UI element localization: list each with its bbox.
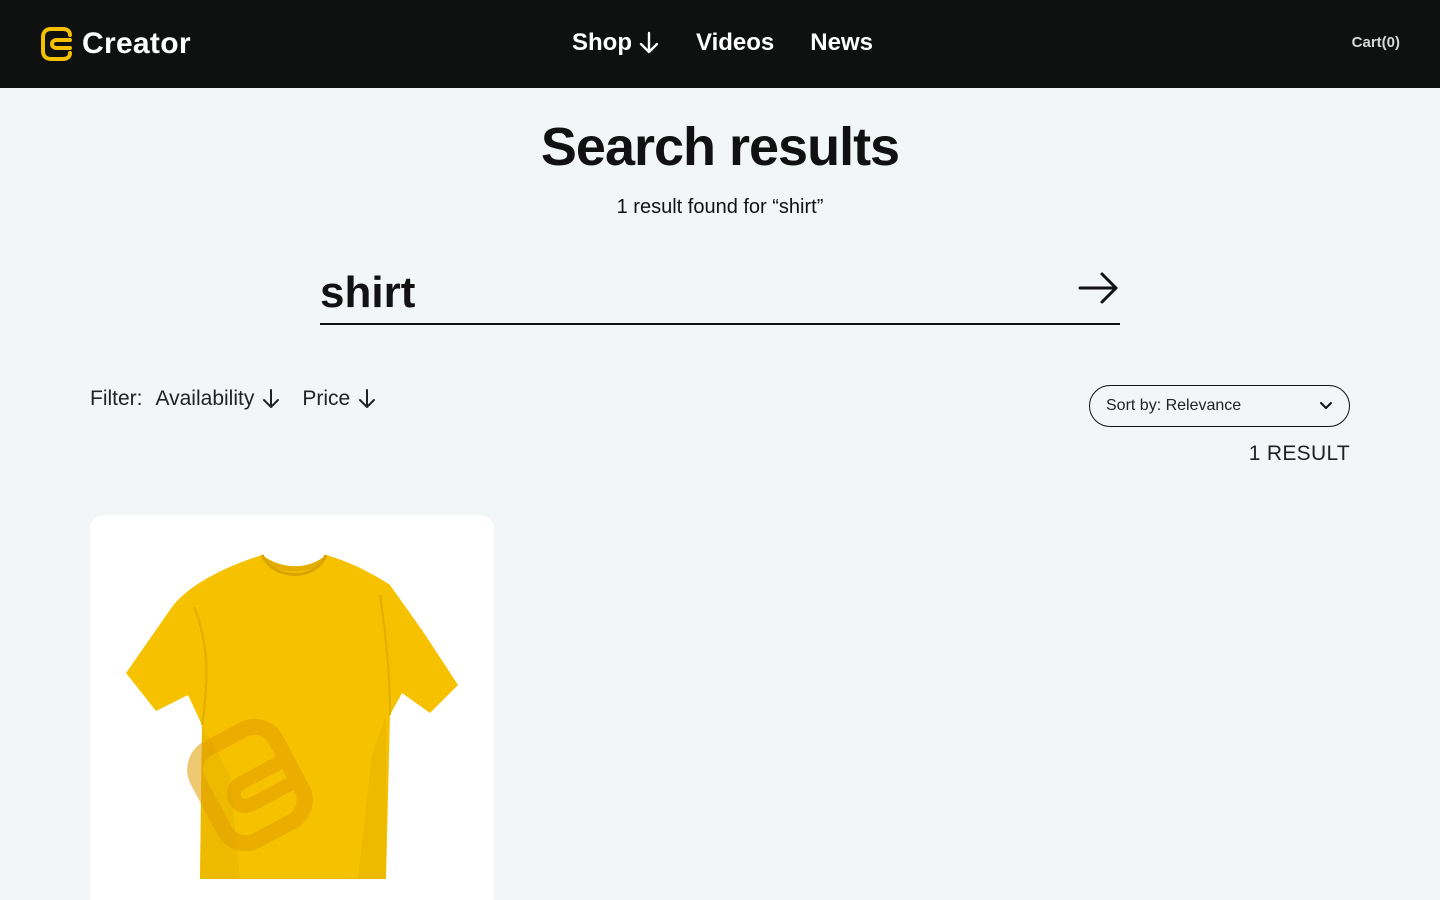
cart-link[interactable]: Cart(0) (1352, 34, 1400, 51)
brand-name: Creator (82, 27, 191, 60)
filter-bar: Filter: Availability Price (90, 384, 398, 414)
search-form (320, 262, 1120, 325)
nav-item-shop[interactable]: Shop (572, 29, 660, 57)
brand-logo[interactable]: Creator (40, 25, 191, 63)
nav-item-label: Videos (696, 29, 775, 56)
result-count: 1 RESULT (1248, 442, 1350, 465)
filter-option-label: Price (302, 387, 351, 410)
arrow-down-icon (639, 31, 659, 54)
sort-label: Sort by: Relevance (1106, 397, 1242, 414)
nav-item-videos[interactable]: Videos (696, 29, 774, 57)
creator-logo-icon (41, 27, 72, 61)
arrow-down-icon (263, 389, 280, 408)
search-submit-button[interactable] (1078, 270, 1120, 306)
sort-select[interactable]: Sort by: Relevance (1089, 385, 1350, 427)
main-nav: Shop Videos News (572, 26, 873, 60)
search-input[interactable] (320, 262, 1060, 323)
nav-item-label: Shop (572, 29, 632, 56)
site-header: Creator Shop Videos News Cart(0) (0, 0, 1440, 88)
filter-price[interactable]: Price (302, 387, 376, 411)
arrow-right-icon (1078, 272, 1118, 304)
product-card[interactable] (90, 515, 494, 900)
result-summary: 1 result found for “shirt” (616, 196, 824, 218)
chevron-down-icon (1320, 402, 1332, 409)
page-title: Search results (540, 117, 900, 177)
yellow-tshirt-image (126, 554, 458, 879)
filter-option-label: Availability (155, 387, 255, 410)
nav-item-news[interactable]: News (810, 29, 873, 57)
filter-availability[interactable]: Availability (156, 387, 281, 411)
arrow-down-icon (359, 389, 376, 408)
nav-item-label: News (810, 29, 873, 56)
filter-label: Filter: (90, 387, 143, 410)
